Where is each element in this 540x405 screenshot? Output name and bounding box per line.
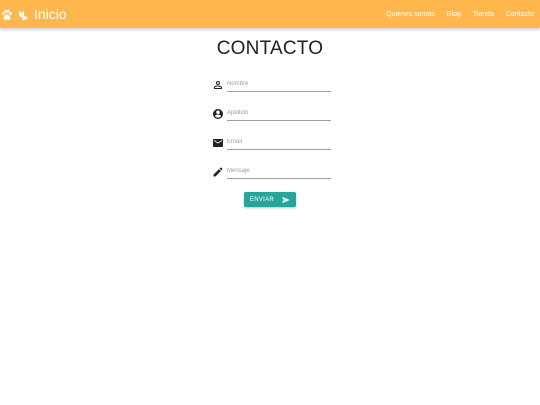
nav-link-tienda[interactable]: Tienda	[473, 11, 494, 18]
mensaje-input[interactable]	[227, 163, 331, 179]
nombre-field-group	[212, 76, 332, 92]
nav-link-contacto[interactable]: Contacto	[506, 11, 534, 18]
send-button-label: ENVIAR	[249, 196, 275, 203]
email-icon	[212, 136, 224, 148]
brand-home-link[interactable]: Inicio	[1, 5, 67, 23]
cat-icon	[17, 8, 29, 20]
navbar: Inicio Quienes somos Blog Tienda Contact…	[0, 0, 540, 28]
email-input[interactable]	[227, 134, 331, 150]
paw-icon	[1, 8, 13, 20]
apellido-field-group	[212, 105, 332, 121]
nav-link-quienes-somos[interactable]: Quienes somos	[386, 11, 435, 18]
pencil-icon	[212, 165, 224, 177]
nav-links: Quienes somos Blog Tienda Contacto	[374, 0, 534, 28]
person-outline-icon	[212, 78, 224, 90]
page-title: CONTACTO	[216, 38, 324, 59]
brand-label: Inicio	[34, 6, 67, 22]
apellido-input[interactable]	[227, 105, 331, 121]
email-field-group	[212, 134, 332, 150]
nombre-input[interactable]	[227, 76, 331, 92]
send-icon	[282, 196, 290, 204]
mensaje-field-group	[212, 163, 332, 179]
account-circle-icon	[212, 107, 224, 119]
send-button[interactable]: ENVIAR	[244, 192, 296, 207]
nav-link-blog[interactable]: Blog	[447, 11, 461, 18]
